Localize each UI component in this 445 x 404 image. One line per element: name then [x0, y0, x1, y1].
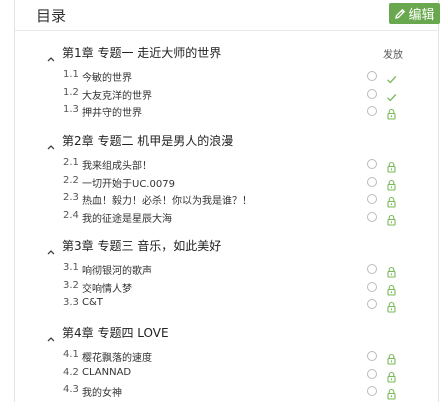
lesson-number: 3.2	[63, 279, 79, 291]
lesson-title[interactable]: 一切开始于UC.0079	[82, 175, 175, 190]
lesson-item[interactable]: 2.1 我来组成头部！	[0, 157, 445, 174]
progress-circle-icon	[367, 159, 377, 169]
progress-circle-icon	[367, 281, 377, 292]
lesson-number: 2.2	[63, 174, 79, 186]
lesson-item[interactable]: 2.3 热血！毅力！必杀！你以为我是谁？！	[0, 192, 445, 209]
progress-circle-icon	[367, 194, 377, 204]
progress-circle-icon	[367, 264, 377, 274]
lesson-title[interactable]: 大友克洋的世界	[82, 87, 152, 102]
chevron-up-icon[interactable]	[47, 327, 55, 346]
lesson-item[interactable]: 3.1 响彻银河的歌声	[0, 262, 445, 279]
lesson-title[interactable]: 樱花飘落的速度	[82, 349, 152, 364]
lesson-title[interactable]: 今敏的世界	[82, 69, 132, 84]
progress-circle-icon	[367, 386, 377, 396]
toc-header: 目录 编辑	[15, 0, 440, 31]
progress-circle-icon	[367, 351, 377, 361]
lesson-number: 4.3	[63, 384, 79, 395]
lesson-item[interactable]: 2.4 我的征途是星辰大海	[0, 210, 445, 227]
lesson-number: 2.3	[63, 192, 79, 203]
edit-label: 编辑	[408, 8, 435, 23]
lesson-number: 2.4	[63, 209, 79, 221]
progress-circle-icon	[367, 88, 377, 99]
lesson-title[interactable]: 押井守的世界	[82, 104, 142, 119]
lesson-number: 1.3	[63, 104, 79, 115]
lock-icon	[386, 211, 397, 230]
lesson-title[interactable]: 我的征途是星辰大海	[82, 210, 172, 225]
progress-circle-icon	[367, 211, 377, 222]
progress-circle-icon	[367, 106, 377, 116]
lesson-title[interactable]: 响彻银河的歌声	[82, 262, 152, 277]
chevron-up-icon[interactable]	[47, 47, 55, 66]
lesson-title[interactable]: 热血！毅力！必杀！你以为我是谁？！	[82, 192, 252, 207]
chapter-title: 第3章 专题三 音乐，如此美好	[62, 239, 222, 253]
lesson-item[interactable]: 1.1 今敏的世界	[0, 69, 445, 86]
lesson-title[interactable]: C&T	[82, 297, 103, 308]
edit-icon	[394, 8, 406, 20]
lesson-item[interactable]: 1.3 押井守的世界	[0, 104, 445, 121]
chapter-title: 第1章 专题一 走近大师的世界	[62, 46, 222, 60]
lesson-number: 2.1	[63, 157, 79, 168]
status-column-header: 发放	[383, 50, 403, 61]
chevron-up-icon[interactable]	[47, 135, 55, 154]
edit-button[interactable]: 编辑	[389, 3, 440, 24]
lesson-title[interactable]: 我的女神	[82, 384, 122, 399]
lock-icon	[386, 298, 397, 317]
lesson-item[interactable]: 2.2 一切开始于UC.0079	[0, 175, 445, 192]
lesson-title[interactable]: 我来组成头部！	[82, 157, 152, 172]
page-title: 目录	[36, 7, 67, 25]
lesson-number: 4.2	[63, 366, 79, 378]
lesson-item[interactable]: 4.2 CLANNAD	[0, 367, 445, 384]
lesson-item[interactable]: 3.2 交响情人梦	[0, 280, 445, 297]
lesson-number: 1.1	[63, 69, 79, 80]
chevron-up-icon[interactable]	[47, 240, 55, 259]
progress-circle-icon	[367, 299, 377, 309]
lesson-number: 4.1	[63, 349, 79, 360]
lesson-item[interactable]: 4.1 樱花飘落的速度	[0, 349, 445, 366]
lesson-title[interactable]: 交响情人梦	[82, 280, 132, 295]
lock-icon	[386, 105, 397, 124]
lesson-number: 1.2	[63, 86, 79, 98]
progress-circle-icon	[367, 71, 377, 81]
lesson-number: 3.1	[63, 262, 79, 273]
lesson-item[interactable]: 1.2 大友克洋的世界	[0, 87, 445, 104]
lesson-item[interactable]: 4.3 我的女神	[0, 384, 445, 401]
lock-icon	[386, 385, 397, 404]
lesson-number: 3.3	[63, 297, 79, 308]
progress-circle-icon	[367, 368, 377, 379]
lesson-item[interactable]: 3.3 C&T	[0, 297, 445, 314]
progress-circle-icon	[367, 176, 377, 187]
chapter-title: 第4章 专题四 LOVE	[62, 326, 169, 340]
chapter-title: 第2章 专题二 机甲是男人的浪漫	[62, 134, 234, 148]
lesson-title[interactable]: CLANNAD	[82, 367, 131, 378]
